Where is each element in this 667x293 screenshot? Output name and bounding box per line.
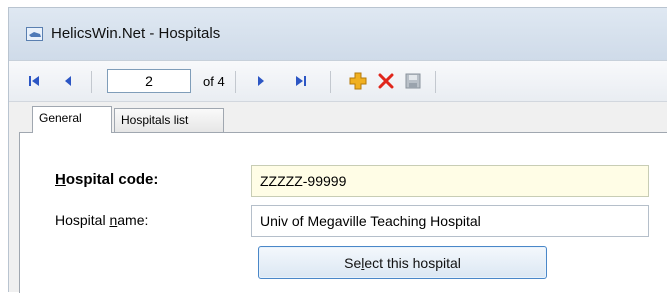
general-tab-panel: Hospital code: Hospital name: Select thi…	[19, 132, 667, 293]
toolbar-separator	[91, 71, 92, 93]
add-icon[interactable]	[347, 70, 369, 92]
record-position-input[interactable]	[107, 69, 191, 93]
select-hospital-button[interactable]: Select this hospital	[258, 246, 547, 279]
tab-general[interactable]: General	[32, 106, 112, 133]
save-icon	[402, 70, 424, 92]
next-record-icon[interactable]	[250, 70, 272, 92]
toolbar-separator	[435, 71, 436, 93]
app-icon	[26, 27, 43, 41]
navigation-toolbar: of 4	[9, 60, 667, 102]
delete-icon[interactable]	[375, 70, 397, 92]
title-bar: HelicsWin.Net - Hospitals	[9, 8, 667, 60]
previous-record-icon[interactable]	[57, 70, 79, 92]
hospital-name-label: Hospital name:	[55, 212, 149, 228]
toolbar-separator	[235, 71, 236, 93]
hospital-code-input[interactable]	[251, 165, 649, 197]
hospital-name-input[interactable]	[251, 205, 649, 237]
tab-hospitals-list[interactable]: Hospitals list	[114, 108, 224, 132]
first-record-icon[interactable]	[23, 70, 45, 92]
toolbar-separator	[330, 71, 331, 93]
hospital-code-label: Hospital code:	[55, 171, 159, 188]
last-record-icon[interactable]	[290, 70, 312, 92]
app-window: HelicsWin.Net - Hospitals of 4 Gen	[8, 7, 667, 293]
window-title: HelicsWin.Net - Hospitals	[51, 25, 221, 42]
record-count-label: of 4	[203, 74, 225, 89]
